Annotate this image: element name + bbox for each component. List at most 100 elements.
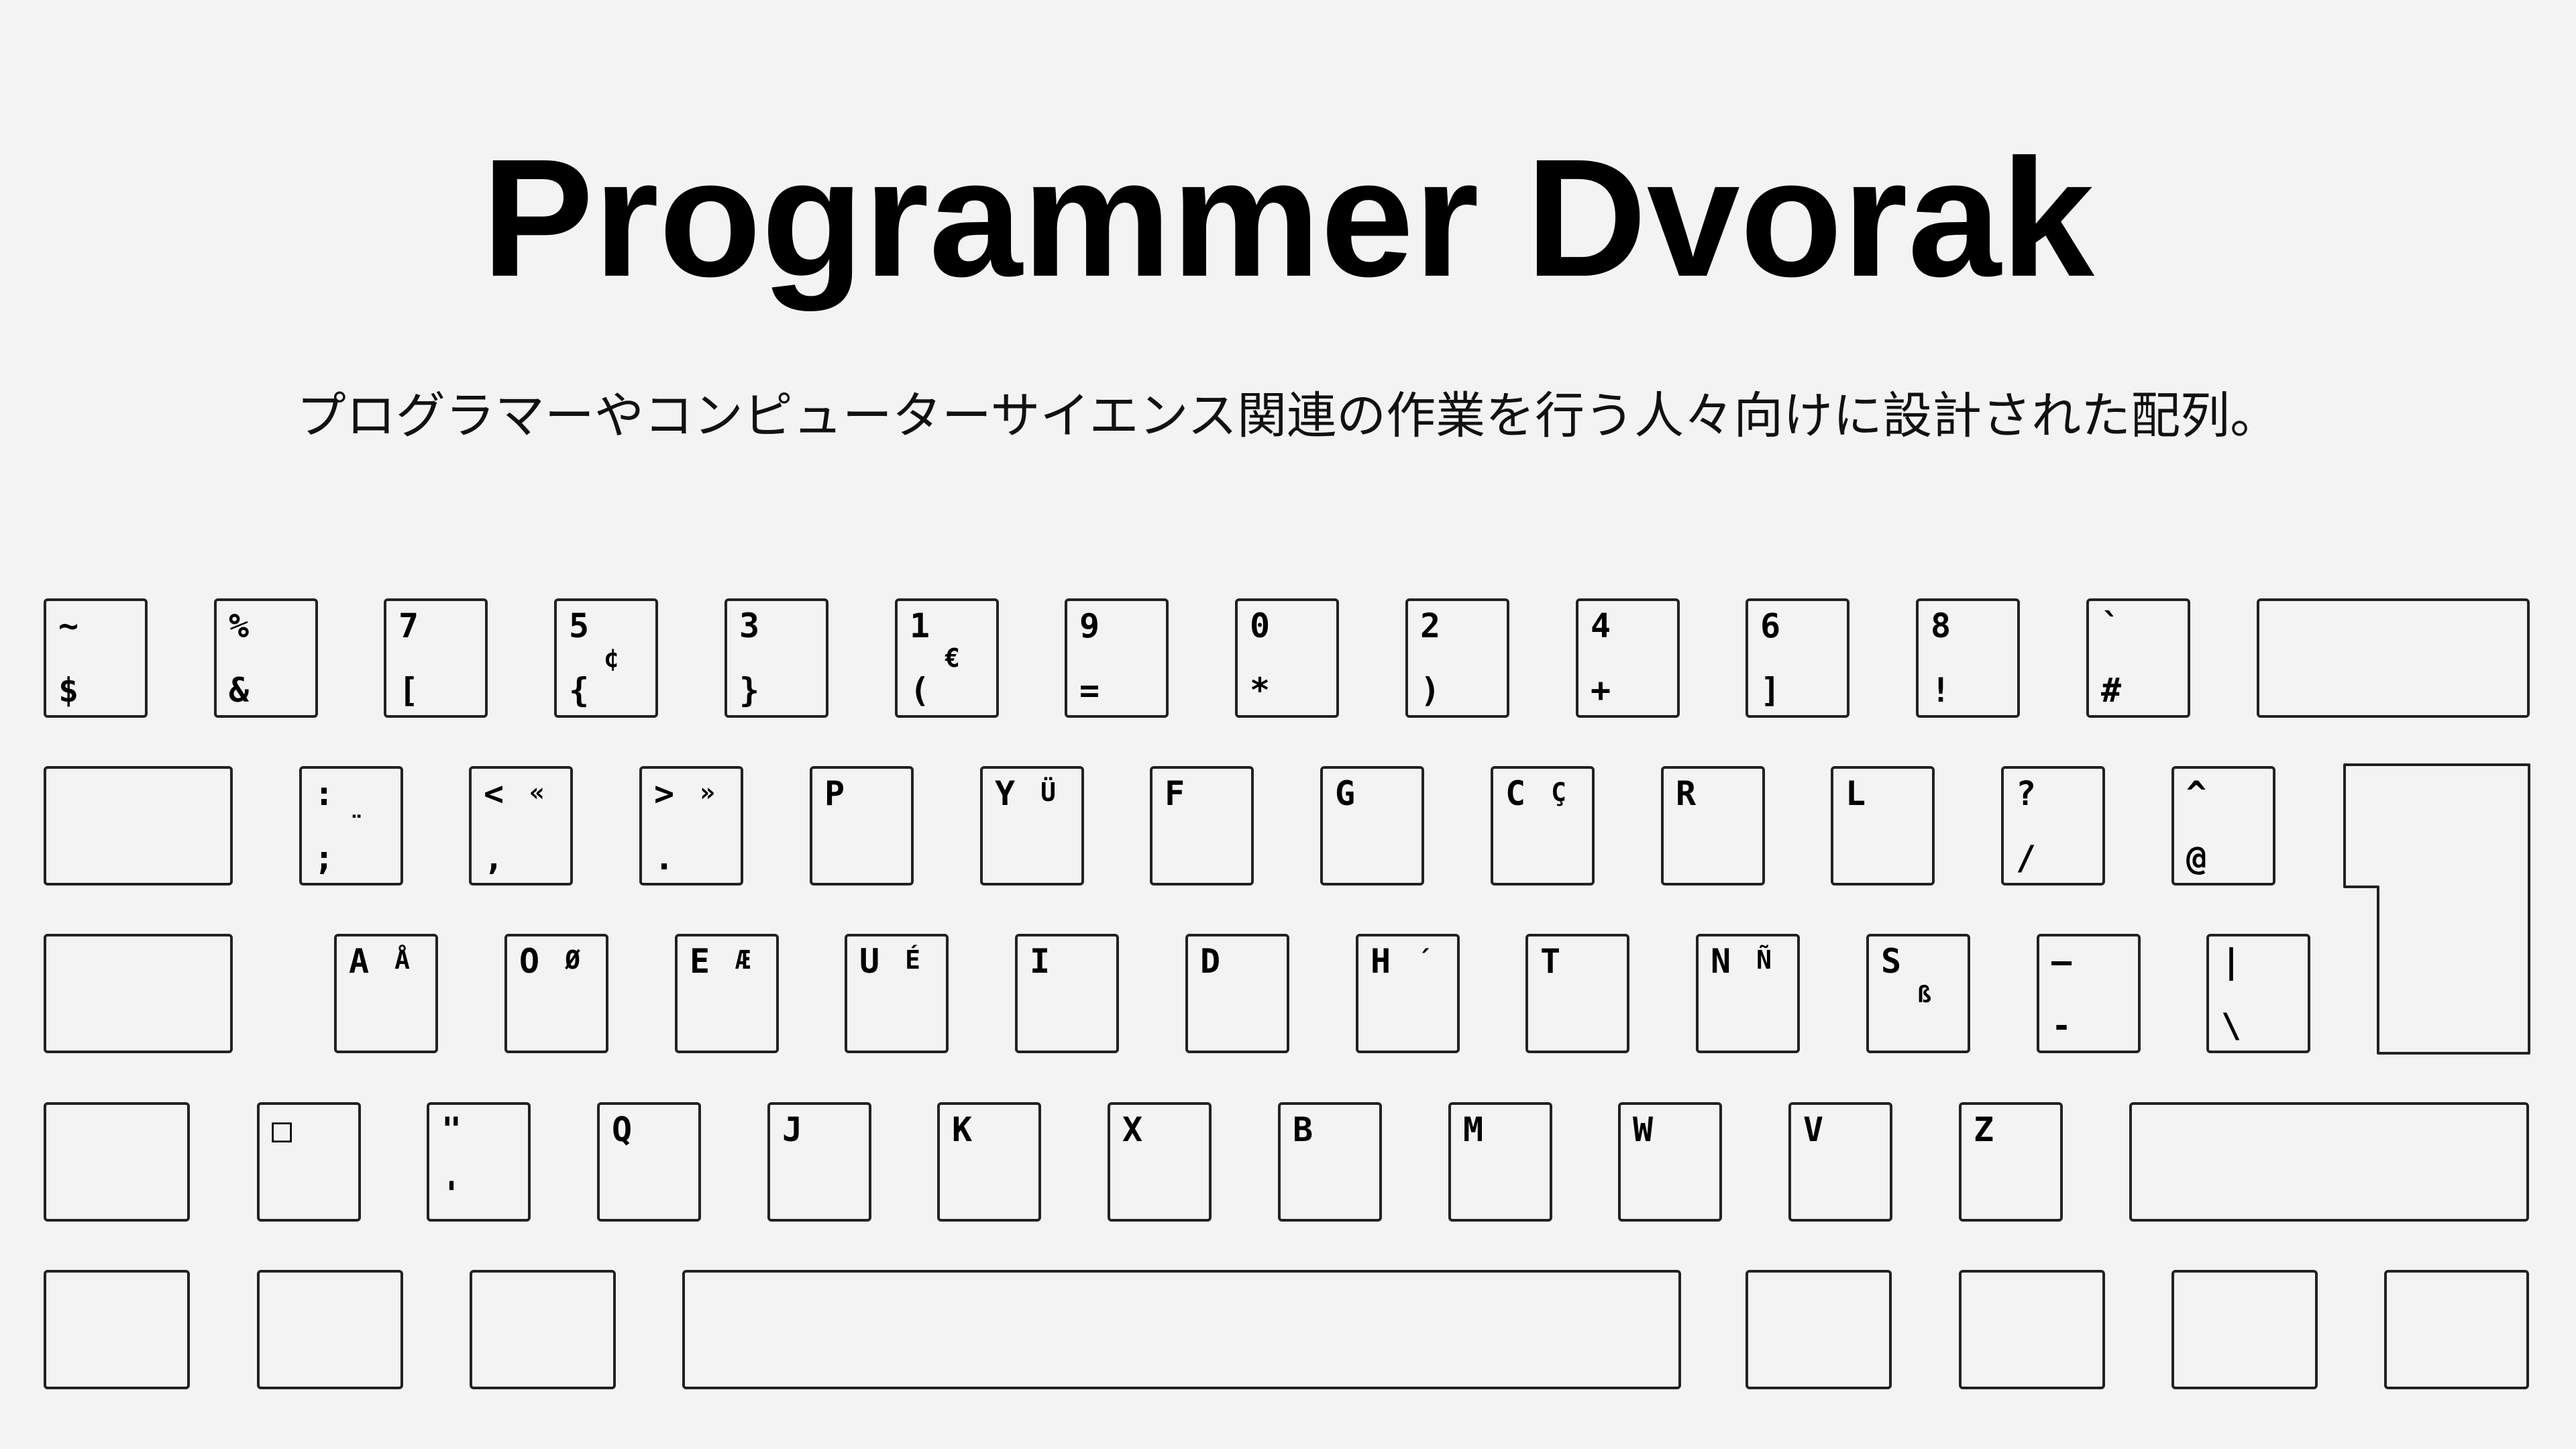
key-legend: O [519, 942, 540, 981]
key-legend: 6 [1760, 606, 1781, 645]
key-left-alt[interactable] [470, 1270, 616, 1389]
key-legend: Æ [735, 945, 751, 975]
key-1-paren[interactable]: 1 (€ [895, 598, 999, 718]
key-w[interactable]: W [1618, 1102, 1722, 1222]
key-7-bracket[interactable]: 7[ [384, 598, 488, 718]
key-c[interactable]: CÇ [1491, 766, 1595, 885]
key-legend: , [484, 839, 504, 877]
key-backspace[interactable] [2257, 598, 2530, 718]
key-legend: ; [314, 839, 335, 877]
key-greater-period[interactable]: >. » [639, 766, 743, 885]
key-tab[interactable] [44, 766, 233, 885]
key-menu[interactable] [2171, 1270, 2318, 1389]
key-less-comma[interactable]: <, « [469, 766, 573, 885]
key-tilde-dollar[interactable]: ~ $ [44, 598, 148, 718]
key-d[interactable]: D [1185, 934, 1289, 1053]
key-s[interactable]: Sß [1866, 934, 1970, 1053]
key-p[interactable]: P [810, 766, 914, 885]
key-pipe-backslash[interactable]: | \ [2206, 934, 2310, 1053]
key-legend: - [2051, 1006, 2072, 1045]
key-n[interactable]: NÑ [1696, 934, 1800, 1053]
key-legend: É [905, 945, 920, 975]
key-legend: C [1505, 774, 1526, 813]
key-legend: " [441, 1110, 462, 1149]
key-legend: 2 [1420, 606, 1441, 645]
key-o[interactable]: OØ [504, 934, 608, 1053]
key-legend: » [700, 777, 715, 807]
key-legend: 5 [569, 606, 590, 645]
key-3-brace[interactable]: 3} [724, 598, 828, 718]
key-legend: Ñ [1756, 945, 1772, 975]
key-legend: R [1676, 774, 1697, 813]
key-legend: Y [995, 774, 1016, 813]
key-v[interactable]: V [1788, 1102, 1892, 1222]
key-left-shift[interactable] [44, 1102, 190, 1222]
key-legend: Ü [1040, 777, 1056, 807]
key-caps-lock[interactable] [44, 934, 233, 1053]
key-8-exclaim[interactable]: 8! [1916, 598, 2020, 718]
key-percent-ampersand[interactable]: % & [214, 598, 318, 718]
key-6-bracket[interactable]: 6] [1746, 598, 1849, 718]
key-m[interactable]: M [1448, 1102, 1552, 1222]
key-0-asterisk[interactable]: 0 * [1235, 598, 1339, 718]
key-legend: = [1079, 671, 1100, 710]
key-caret-at[interactable]: ^ @ [2171, 766, 2275, 885]
key-a[interactable]: AÅ [334, 934, 438, 1053]
key-right-shift[interactable] [2129, 1102, 2529, 1222]
key-k[interactable]: K [937, 1102, 1041, 1222]
key-question-slash[interactable]: ? / [2001, 766, 2105, 885]
key-legend: [ [398, 671, 419, 710]
key-l[interactable]: L [1831, 766, 1935, 885]
key-legend: X [1122, 1110, 1143, 1149]
key-left-super[interactable] [257, 1270, 403, 1389]
key-e[interactable]: EÆ [675, 934, 779, 1053]
key-legend: ´ [1416, 945, 1432, 975]
key-dash-minus[interactable]: — - [2037, 934, 2141, 1053]
key-square[interactable]: □ [257, 1102, 361, 1222]
key-f[interactable]: F [1150, 766, 1254, 885]
key-legend: D [1200, 942, 1221, 981]
key-legend: « [529, 777, 545, 807]
key-4-plus[interactable]: 4 + [1576, 598, 1680, 718]
key-legend: □ [272, 1110, 292, 1149]
key-5-brace[interactable]: 5 {¢ [554, 598, 658, 718]
key-y[interactable]: YÜ [980, 766, 1084, 885]
key-t[interactable]: T [1525, 934, 1629, 1053]
key-backtick-hash[interactable]: ` # [2086, 598, 2190, 718]
key-legend: I [1030, 942, 1051, 981]
key-9-equals[interactable]: 9 = [1065, 598, 1169, 718]
key-space[interactable] [682, 1270, 1681, 1389]
key-legend: ~ [58, 606, 79, 645]
key-legend: Å [394, 945, 410, 975]
key-legend: ) [1420, 671, 1441, 710]
key-legend: E [690, 942, 710, 981]
key-h[interactable]: H ´ [1356, 934, 1460, 1053]
key-r[interactable]: R [1661, 766, 1765, 885]
key-legend: 0 [1250, 606, 1271, 645]
key-legend: N [1711, 942, 1731, 981]
key-legend: ( [910, 671, 930, 710]
key-x[interactable]: X [1108, 1102, 1212, 1222]
key-right-alt[interactable] [1746, 1270, 1892, 1389]
key-right-ctrl[interactable] [2384, 1270, 2529, 1389]
key-legend: ? [2016, 774, 2037, 813]
key-legend: H [1371, 942, 1391, 981]
key-b[interactable]: B [1278, 1102, 1382, 1222]
key-legend: 1 [910, 606, 930, 645]
key-legend: # [2101, 671, 2122, 710]
key-z[interactable]: Z [1959, 1102, 2063, 1222]
key-legend: : [314, 774, 335, 813]
key-legend: ^ [2186, 774, 2207, 813]
key-2-paren[interactable]: 2) [1405, 598, 1509, 718]
key-q[interactable]: Q [597, 1102, 701, 1222]
key-g[interactable]: G [1320, 766, 1424, 885]
key-colon-semicolon[interactable]: :; ¨ [299, 766, 403, 885]
key-u[interactable]: UÉ [845, 934, 949, 1053]
key-i[interactable]: I [1015, 934, 1119, 1053]
key-legend: ¢ [604, 643, 619, 673]
key-quote[interactable]: " ' [427, 1102, 531, 1222]
key-legend: + [1591, 671, 1611, 710]
key-right-super[interactable] [1959, 1270, 2105, 1389]
key-left-ctrl[interactable] [44, 1270, 190, 1389]
key-j[interactable]: J [767, 1102, 871, 1222]
